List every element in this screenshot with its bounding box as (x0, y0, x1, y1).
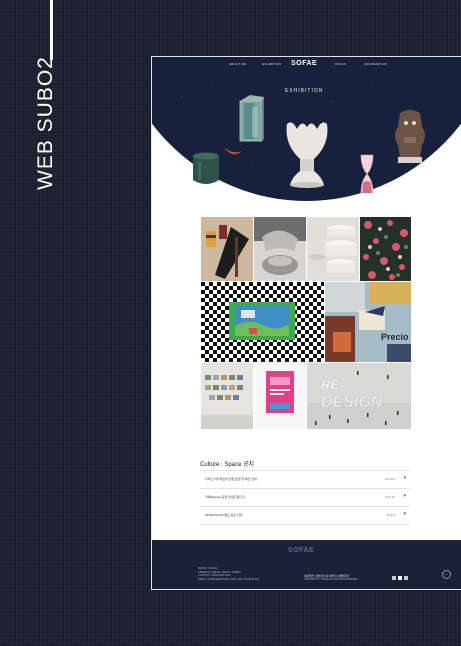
white-vase-object (286, 122, 328, 188)
tile-re-design[interactable]: RE- DESIGN (307, 363, 411, 429)
notice-row[interactable]: MOMA MOVA 발도 휴관 안내 22.8.3 ▾ (200, 506, 410, 525)
tile-film-roll[interactable] (201, 217, 253, 281)
green-pot-object (193, 152, 219, 184)
footer-copyright: COPYRIGHT © SOFAE ALL RIGHTS RESERVED (304, 578, 358, 581)
footer-info: BRAND: SOFAE ADDRESS: SEOUL, 000-00, KOR… (198, 567, 259, 581)
svg-text:RE-: RE- (321, 377, 343, 392)
tile-hands-pottery[interactable] (254, 217, 306, 281)
footer-info-line: EMAIL: SAMPLE@SOFAE.COM / FAX: 02-0000-0… (198, 577, 260, 581)
notice-date: 22.10.1 (384, 477, 395, 481)
notice-list: 디자인 아카이브의 전환 운영 및 확인 안내 22.10.1 ▾ 카페&Spa… (200, 470, 410, 525)
notice-title: Culture : Space 공지 (200, 462, 255, 468)
sns-icon[interactable] (404, 576, 408, 580)
sns-icon[interactable] (398, 576, 402, 580)
side-accent-bar (50, 0, 53, 60)
svg-text:DESIGN: DESIGN (321, 394, 383, 411)
sns-icon[interactable] (392, 576, 396, 580)
footer: SOFAE BRAND: SOFAE ADDRESS: SEOUL, 000-0… (152, 540, 461, 589)
sns-icons (392, 576, 408, 580)
nav-about[interactable]: ABOUT ME (229, 62, 246, 66)
hero-title: EXHIBITION (285, 88, 324, 94)
notice-text: 카페&Space 휴관 안내드립니다 (205, 495, 245, 499)
hero: ABOUT ME EXHIBITION SOFAE JOINUS INFORMA… (152, 57, 461, 202)
crescent-object (224, 147, 242, 155)
nav-joinus[interactable]: JOINUS (334, 62, 346, 66)
notice-row[interactable]: 디자인 아카이브의 전환 운영 및 확인 안내 22.10.1 ▾ (200, 470, 410, 488)
gallery-grid: Precio RE- DESIGN (201, 217, 411, 429)
nav-exhibition[interactable]: EXHIBITION (262, 62, 281, 66)
chevron-down-icon[interactable]: ▾ (403, 512, 406, 517)
scroll-top-button[interactable]: ^ (442, 570, 451, 579)
notice-text: MOMA MOVA 발도 휴관 안내 (205, 513, 243, 517)
nav-information[interactable]: INFORMATION (364, 62, 387, 66)
tile-collage-precio[interactable]: Precio (325, 282, 411, 362)
notice-text: 디자인 아카이브의 전환 운영 및 확인 안내 (205, 477, 257, 481)
chevron-down-icon[interactable]: ▾ (403, 494, 406, 499)
chevron-down-icon[interactable]: ▾ (403, 476, 406, 481)
notice-row[interactable]: 카페&Space 휴관 안내드립니다 22.9.12 ▾ (200, 488, 410, 506)
side-title: WEB SUBO2 (34, 56, 57, 190)
logo[interactable]: SOFAE (291, 60, 317, 67)
precio-text: Precio (381, 332, 409, 342)
tile-photo-wall[interactable] (201, 363, 253, 429)
notice-date: 22.8.3 (386, 513, 395, 517)
footer-logo[interactable]: SOFAE (288, 547, 314, 554)
tile-pink-poster[interactable] (254, 363, 306, 429)
hourglass-object (360, 154, 374, 194)
bronze-sculpture-object (395, 110, 425, 163)
page-frame: ABOUT ME EXHIBITION SOFAE JOINUS INFORMA… (151, 56, 461, 590)
top-nav: ABOUT ME EXHIBITION SOFAE JOINUS INFORMA… (152, 57, 461, 73)
tile-floral-pattern[interactable] (360, 217, 411, 281)
tile-checkered-frame[interactable] (201, 282, 324, 362)
tile-white-bowls[interactable] (307, 217, 359, 281)
glass-cube-object (239, 95, 264, 142)
notice-date: 22.9.12 (384, 495, 395, 499)
